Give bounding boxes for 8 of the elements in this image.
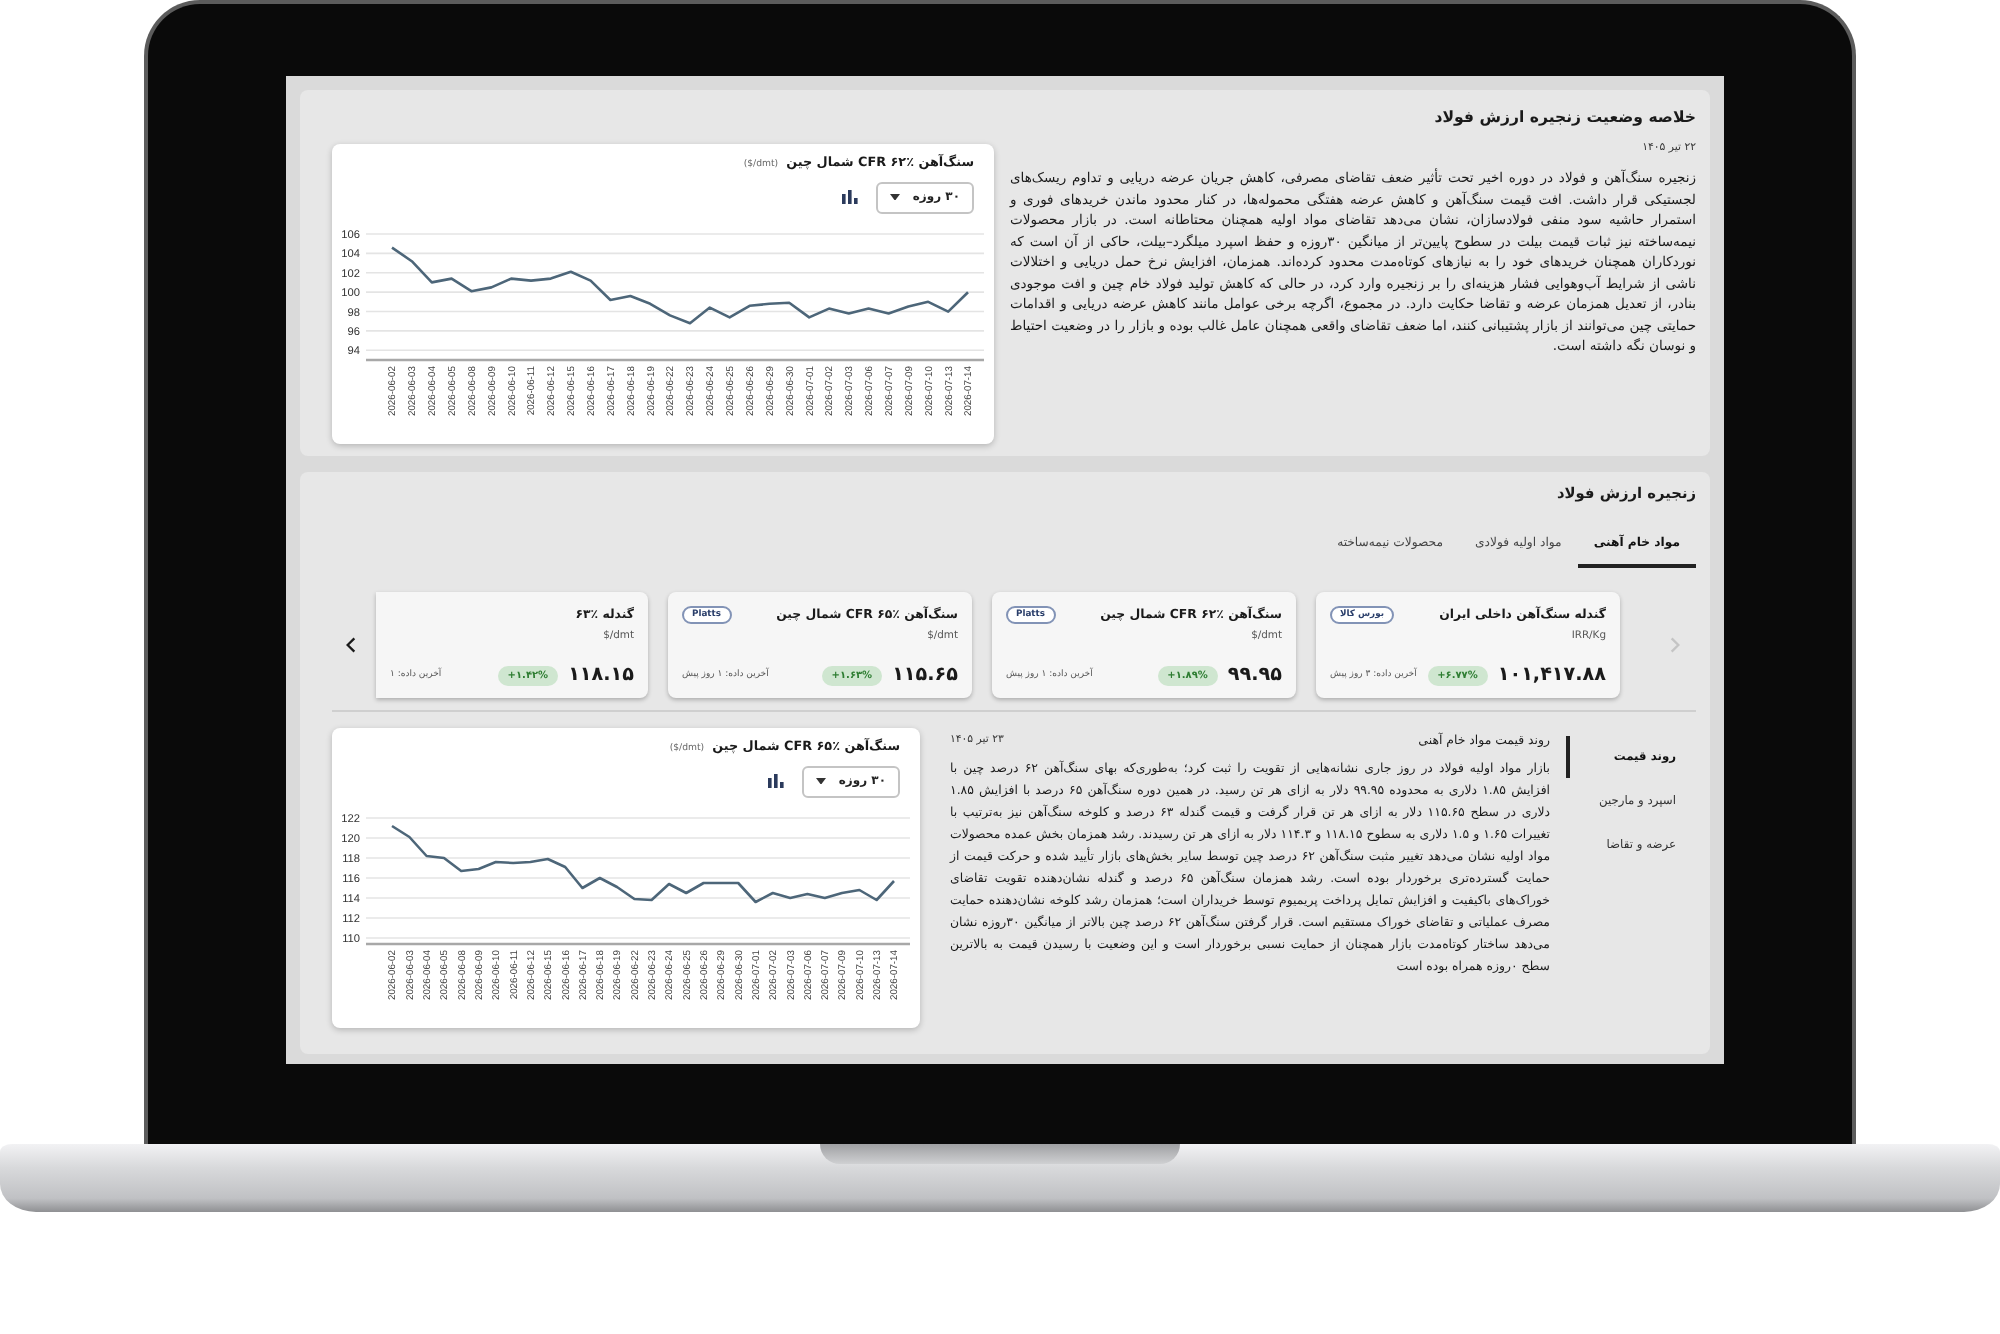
price-value: ۱۰۱,۴۱۷.۸۸ [1497, 664, 1606, 686]
price-value: ۱۱۵.۶۵ [892, 664, 958, 686]
price-value: ۹۹.۹۵ [1227, 664, 1282, 686]
price-value: ۱۱۸.۱۵ [568, 664, 634, 686]
caret-icon [816, 777, 827, 785]
caret-icon [890, 193, 901, 201]
bar-chart-icon[interactable] [768, 774, 785, 788]
bar-chart-icon[interactable] [842, 190, 859, 204]
